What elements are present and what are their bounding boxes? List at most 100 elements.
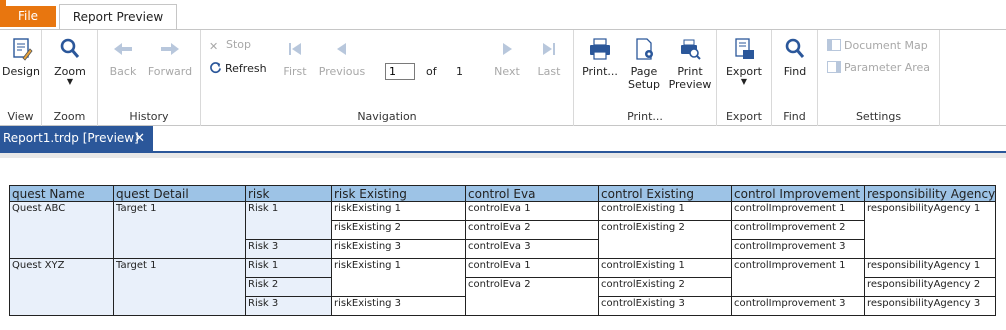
page-setup-label-2: Setup: [627, 78, 661, 91]
report-table: quest Name quest Detail risk risk Existi…: [9, 185, 996, 316]
design-button[interactable]: Design: [2, 36, 40, 78]
group-label-settings: Settings: [855, 110, 902, 123]
next-page-icon: [503, 43, 512, 55]
refresh-button[interactable]: Refresh: [209, 61, 267, 75]
last-page-icon: [543, 43, 555, 55]
group-label-zoom: Zoom: [53, 110, 86, 123]
document-area-separator: [0, 153, 1006, 158]
risk-existing-cell: riskExisting 2: [331, 220, 466, 240]
export-button[interactable]: Export ▼: [724, 36, 764, 86]
column-header: quest Name: [9, 185, 114, 202]
forward-button[interactable]: Forward: [146, 36, 194, 78]
stop-button[interactable]: ✕ Stop: [209, 38, 252, 53]
stop-label: Stop: [226, 38, 252, 51]
column-header: control Improvement: [731, 185, 865, 202]
arrow-left-icon: [114, 43, 132, 55]
previous-page-icon: [337, 43, 346, 55]
magnifier-icon: [60, 38, 80, 58]
first-page-icon: [289, 43, 301, 55]
document-map-label: Document Map: [844, 39, 928, 52]
print-label: Print...: [582, 65, 618, 78]
risk-cell: Risk 2: [245, 277, 332, 297]
group-label-print: Print...: [627, 110, 663, 123]
print-preview-button[interactable]: Print Preview: [668, 36, 712, 91]
column-header: responsibility Agency: [864, 185, 996, 202]
column-header: risk: [245, 185, 332, 202]
zoom-button[interactable]: Zoom ▼: [50, 36, 90, 86]
first-label: First: [283, 65, 307, 78]
first-page-button[interactable]: First: [281, 36, 309, 78]
control-eva-cell: controlEva 1: [465, 258, 599, 278]
printer-icon: [590, 38, 610, 60]
back-button[interactable]: Back: [106, 36, 140, 78]
print-preview-icon: [681, 39, 701, 60]
tab-report-preview[interactable]: Report Preview: [59, 4, 177, 30]
group-view: Design View: [0, 30, 42, 126]
table-row: Quest XYZ Target 1 Risk 1 riskExisting 1…: [9, 258, 996, 316]
risk-existing-cell: riskExisting 1: [331, 258, 466, 297]
next-page-button[interactable]: Next: [491, 36, 523, 78]
export-icon: [735, 38, 754, 59]
control-eva-cell: controlEva 3: [465, 239, 599, 259]
risk-existing-cell: riskExisting 1: [331, 201, 466, 221]
document-map-button[interactable]: Document Map: [827, 39, 928, 52]
responsibility-cell: responsibilityAgency 2: [864, 277, 996, 297]
quest-name-cell: Quest ABC: [9, 201, 114, 259]
page-setup-label-1: Page: [630, 65, 658, 78]
group-print: Print... Page Setup Print Preview Print.…: [574, 30, 717, 126]
control-existing-cell: controlExisting 1: [598, 258, 732, 278]
column-header: quest Detail: [113, 185, 246, 202]
total-pages: 1: [456, 65, 463, 78]
group-navigation: ✕ Stop Refresh First Previous of 1: [201, 30, 574, 126]
quest-detail-cell: Target 1: [113, 258, 246, 316]
group-export: Export ▼ Export: [717, 30, 772, 126]
responsibility-cell: responsibilityAgency 1: [864, 258, 996, 278]
last-page-button[interactable]: Last: [533, 36, 565, 78]
previous-page-button[interactable]: Previous: [317, 36, 367, 78]
parameter-area-label: Parameter Area: [844, 61, 931, 74]
control-improvement-cell: controlImprovement 3: [731, 296, 865, 316]
group-settings: Document Map Parameter Area Settings: [818, 30, 940, 126]
find-icon: [785, 38, 805, 58]
next-label: Next: [494, 65, 520, 78]
refresh-label: Refresh: [225, 62, 267, 75]
design-label: Design: [2, 65, 40, 78]
back-label: Back: [109, 65, 137, 78]
export-dropdown-icon: ▼: [740, 77, 748, 86]
parameter-area-button[interactable]: Parameter Area: [827, 61, 930, 74]
tab-file[interactable]: File: [0, 6, 56, 27]
control-existing-cell: controlExisting 1: [598, 201, 732, 221]
risk-cell: Risk 1: [245, 201, 332, 240]
page-setup-icon: [636, 38, 653, 60]
forward-label: Forward: [147, 65, 193, 78]
risk-cell: Risk 1: [245, 258, 332, 278]
control-existing-cell: controlExisting 2: [598, 277, 732, 297]
column-header: risk Existing: [331, 185, 466, 202]
group-label-history: History: [129, 110, 169, 123]
control-existing-cell: controlExisting 3: [598, 296, 732, 316]
group-label-navigation: Navigation: [357, 110, 417, 123]
find-button[interactable]: Find: [776, 36, 814, 78]
find-label: Find: [783, 65, 807, 78]
control-eva-cell: controlEva 1: [465, 201, 599, 221]
risk-cell: Risk 3: [245, 296, 332, 316]
group-zoom: Zoom ▼ Zoom: [42, 30, 98, 126]
control-eva-cell: controlEva 2: [465, 277, 599, 316]
table-row: Quest ABC Target 1 Risk 1 riskExisting 1…: [9, 201, 996, 259]
control-improvement-cell: controlImprovement 2: [731, 220, 865, 240]
close-icon[interactable]: ✕: [134, 126, 145, 151]
risk-existing-cell: riskExisting 3: [331, 239, 466, 259]
page-setup-button[interactable]: Page Setup: [626, 36, 662, 91]
document-tab[interactable]: Report1.trdp [Preview] ✕: [0, 126, 153, 151]
document-tab-title: Report1.trdp [Preview]: [3, 131, 139, 145]
column-header: control Existing: [598, 185, 732, 202]
ribbon-tab-strip: File Report Preview: [0, 0, 1006, 30]
last-label: Last: [537, 65, 561, 78]
print-button[interactable]: Print...: [580, 36, 620, 78]
parameter-area-icon: [827, 61, 841, 73]
page-number-input[interactable]: [385, 63, 415, 80]
quest-detail-cell: Target 1: [113, 201, 246, 259]
group-label-find: Find: [783, 110, 806, 123]
control-improvement-cell: controlImprovement 1: [731, 258, 865, 297]
refresh-icon: [210, 62, 221, 74]
